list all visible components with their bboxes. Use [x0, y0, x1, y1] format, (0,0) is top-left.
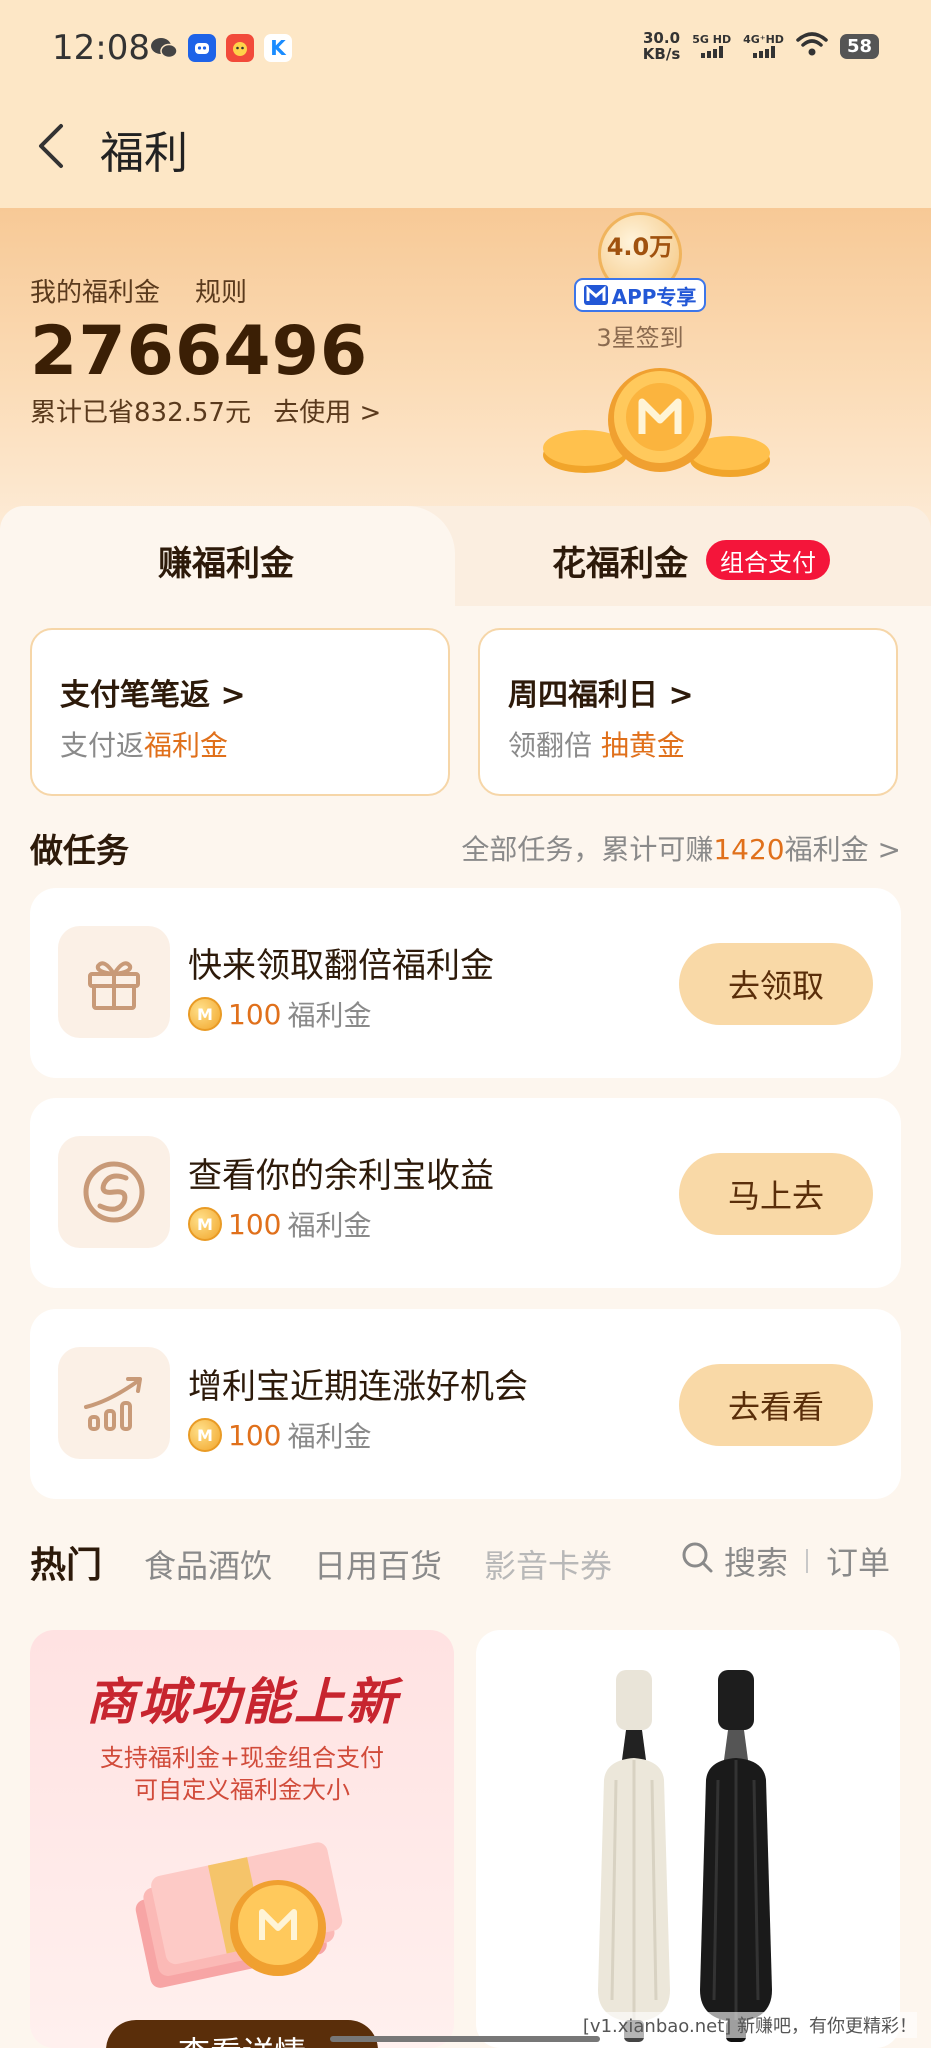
app-red-icon [226, 34, 254, 62]
app-blue-icon [188, 34, 216, 62]
status-app-icons: K [150, 34, 292, 62]
task-card: 查看你的余利宝收益 M 100 福利金 马上去 [30, 1098, 901, 1288]
all-tasks-suffix: 福利金 > [784, 833, 901, 866]
saved-text: 累计已省832.57元 [30, 398, 251, 428]
sim1-label: 5G HD [692, 33, 732, 46]
kuaishou-k-icon: K [264, 34, 292, 62]
tab-spend[interactable]: 花福利金 [552, 536, 688, 585]
task-card: 快来领取翻倍福利金 M 100 福利金 去领取 [30, 888, 901, 1078]
badge-caption: 3星签到 [596, 324, 684, 352]
promo-title: 周四福利日 > [508, 678, 694, 713]
gift-icon [58, 926, 170, 1038]
growth-chart-icon [58, 1347, 170, 1459]
promo-card-payment-rebate[interactable]: 支付笔笔返 > 支付返福利金 [30, 628, 450, 796]
wifi-icon [796, 31, 828, 61]
back-button[interactable] [30, 118, 70, 174]
promo-title: 支付笔笔返 > [60, 678, 246, 713]
watermark-text: [v1.xianbao.net] 新赚吧，有你更精彩！ [582, 2012, 917, 2038]
signal-sim2: 4G⁺HD [743, 34, 784, 58]
sim2-label: 4G⁺HD [743, 33, 784, 46]
signal-bars-icon [700, 46, 723, 58]
task-title: 增利宝近期连涨好机会 [188, 1367, 528, 1407]
promo-sub-highlight: 抽黄金 [600, 729, 685, 762]
view-details-button[interactable]: 查看详情 [106, 2020, 378, 2048]
reward-amount: 100 [228, 1418, 282, 1452]
balance-label: 我的福利金 [30, 278, 161, 308]
divider [806, 1549, 809, 1573]
yulibao-icon [58, 1136, 170, 1248]
status-time: 12:08 [52, 28, 150, 68]
chevron-left-icon [39, 124, 63, 168]
task-reward: M 100 福利金 [188, 1204, 371, 1244]
task-card: 增利宝近期连涨好机会 M 100 福利金 去看看 [30, 1309, 901, 1499]
status-indicators: 30.0 KB/s 5G HD 4G⁺HD 58 [643, 30, 879, 62]
take-a-look-button[interactable]: 去看看 [679, 1364, 873, 1446]
net-speed-value: 30.0 [643, 29, 681, 47]
go-now-button[interactable]: 马上去 [679, 1153, 873, 1235]
signal-sim1: 5G HD [692, 34, 731, 58]
signal-bars-icon [752, 46, 775, 58]
cash-and-coin-illustration [135, 1842, 343, 1988]
task-reward: M 100 福利金 [188, 1415, 371, 1455]
search-orders-area: 搜索 订单 [680, 1538, 890, 1584]
wechat-icon [150, 34, 178, 62]
coin-icon: M [188, 997, 222, 1031]
home-indicator[interactable] [330, 2036, 600, 2042]
promo-subtitle: 领翻倍 抽黄金 [508, 724, 685, 764]
orders-link[interactable]: 订单 [826, 1538, 890, 1584]
search-link[interactable]: 搜索 [724, 1538, 788, 1584]
product-card-mall-update[interactable]: 商城功能上新 支持福利金+现金组合支付 可自定义福利金大小 查看详情 [30, 1630, 454, 2048]
promo-card-thursday[interactable]: 周四福利日 > 领翻倍 抽黄金 [478, 628, 898, 796]
reward-amount: 100 [228, 1207, 282, 1241]
task-reward: M 100 福利金 [188, 994, 371, 1034]
reward-unit: 福利金 [287, 1420, 372, 1453]
tab-earn[interactable]: 赚福利金 [158, 536, 294, 585]
all-tasks-prefix: 全部任务，累计可赚 [461, 833, 714, 866]
battery-indicator: 58 [839, 33, 879, 59]
category-tab-media[interactable]: 影音卡券 [484, 1541, 612, 1587]
page-title: 福利 [100, 128, 188, 179]
reward-unit: 福利金 [287, 1209, 372, 1242]
balance-value: 2766496 [30, 312, 369, 391]
task-title: 快来领取翻倍福利金 [188, 946, 494, 986]
claim-button[interactable]: 去领取 [679, 943, 873, 1025]
coin-icon: M [188, 1418, 222, 1452]
promo-sub-plain: 支付返 [60, 729, 145, 762]
all-tasks-amount: 1420 [713, 833, 785, 866]
mall-promo-subtitle: 支持福利金+现金组合支付 [99, 1744, 385, 1772]
umbrella-product-image [598, 1670, 772, 2042]
category-tab-food[interactable]: 食品酒饮 [144, 1541, 272, 1587]
coin-icon: M [188, 1207, 222, 1241]
tasks-section-title: 做任务 [30, 831, 129, 870]
mall-promo-subtitle-2: 可自定义福利金大小 [134, 1776, 350, 1804]
m-logo-icon [583, 285, 608, 305]
promo-sub-plain: 领翻倍 [508, 729, 601, 762]
use-link[interactable]: 去使用 > [273, 398, 381, 428]
reward-unit: 福利金 [287, 999, 372, 1032]
net-speed-unit: KB/s [642, 45, 681, 63]
search-icon[interactable] [680, 1540, 714, 1582]
app-exclusive-tag: APP专享 [574, 278, 706, 312]
badge-tag-label: APP专享 [611, 284, 697, 309]
rules-link[interactable]: 规则 [195, 272, 247, 309]
category-tab-daily[interactable]: 日用百货 [314, 1541, 442, 1587]
net-speed: 30.0 KB/s [643, 30, 680, 62]
product-card-umbrella[interactable] [476, 1630, 900, 2048]
reward-amount: 100 [228, 997, 282, 1031]
mall-promo-title: 商城功能上新 [86, 1673, 398, 1731]
category-tab-hot[interactable]: 热门 [30, 1536, 102, 1588]
gold-coins-icon [543, 368, 770, 477]
task-title: 查看你的余利宝收益 [188, 1156, 494, 1196]
saved-row: 累计已省832.57元 去使用 > [30, 392, 381, 429]
category-tabs: 热门 食品酒饮 日用百货 影音卡券 [30, 1536, 612, 1588]
checkin-badge[interactable]: 4.0万 APP专享 3星签到 [570, 212, 710, 352]
all-tasks-link[interactable]: 全部任务，累计可赚1420福利金 > [461, 828, 901, 868]
promo-sub-highlight: 福利金 [144, 729, 229, 762]
combo-pay-badge: 组合支付 [706, 540, 830, 580]
promo-subtitle: 支付返福利金 [60, 724, 228, 764]
